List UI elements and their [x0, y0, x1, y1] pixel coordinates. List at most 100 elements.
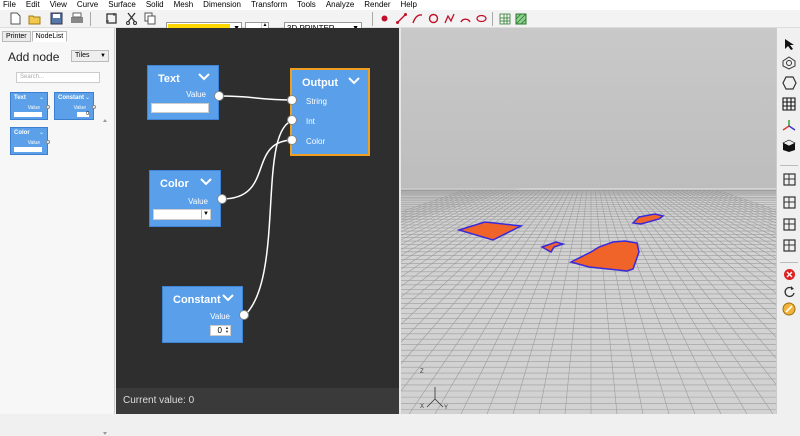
sphere-view-icon[interactable] — [781, 55, 797, 71]
chevron-down-icon: ⌄ — [38, 130, 44, 136]
color-input-port[interactable] — [287, 135, 297, 145]
menu-render[interactable]: Render — [364, 0, 390, 10]
polyline-icon[interactable] — [442, 11, 456, 26]
chevron-down-icon[interactable] — [221, 291, 235, 305]
spinner-icon[interactable]: ▲ ▼ — [224, 326, 230, 335]
hexagon-icon[interactable] — [781, 75, 797, 91]
copy-icon[interactable] — [143, 11, 157, 26]
open-icon[interactable] — [27, 11, 43, 26]
menu-surface[interactable]: Surface — [108, 0, 136, 10]
new-icon[interactable] — [8, 11, 22, 26]
tile-color-field — [14, 147, 42, 152]
tile-text-node[interactable]: Text ⌄ Value — [10, 92, 50, 120]
node-search-input[interactable]: Search... — [16, 72, 100, 83]
menu-help[interactable]: Help — [401, 0, 417, 10]
link-icon[interactable] — [781, 301, 797, 317]
menu-tools[interactable]: Tools — [297, 0, 316, 10]
mesh-icon[interactable] — [514, 11, 528, 26]
axis-label-y: Y — [444, 405, 448, 411]
select-arrow-icon[interactable] — [781, 36, 797, 52]
grid-view-icon[interactable] — [781, 96, 797, 112]
tile-port — [92, 105, 96, 109]
chevron-down-icon: ⌄ — [84, 95, 90, 101]
tile-value-label: Value — [73, 105, 86, 111]
menu-curve[interactable]: Curve — [77, 0, 98, 10]
menu-view[interactable]: View — [50, 0, 67, 10]
axes-icon[interactable] — [781, 118, 797, 134]
node-editor-canvas[interactable]: Text Value Color Value ▼ Constant Value … — [116, 28, 400, 414]
main-toolbar: ▼ ▲▼ 3D PRINTER▼ — [0, 10, 800, 35]
close-red-icon[interactable] — [781, 266, 797, 282]
output-label: Value — [188, 197, 208, 206]
tile-constant-field: 0 — [77, 112, 89, 117]
print-icon[interactable] — [69, 11, 85, 26]
input-label-string: String — [306, 97, 327, 106]
frame-icon[interactable] — [103, 11, 119, 26]
chevron-down-icon[interactable] — [199, 175, 213, 189]
color-value-dropdown[interactable]: ▼ — [153, 209, 211, 220]
layout-icon[interactable] — [781, 171, 797, 187]
layout-icon[interactable] — [781, 237, 797, 253]
tile-port — [46, 105, 50, 109]
circle-icon[interactable] — [426, 11, 440, 26]
tile-title: Constant — [58, 95, 84, 101]
view-mode-dropdown[interactable]: Tiles ▼ — [71, 50, 109, 62]
tab-nodelist[interactable]: NodeList — [31, 31, 68, 42]
text-output-port[interactable] — [214, 91, 224, 101]
cube-view-icon[interactable] — [781, 138, 797, 154]
current-value-status: Current value: 0 — [116, 388, 400, 414]
menu-analyze[interactable]: Analyze — [326, 0, 354, 10]
tile-value-label: Value — [27, 140, 40, 146]
tile-title: Color — [14, 130, 30, 136]
tab-printer[interactable]: Printer — [2, 31, 31, 42]
output-label: Value — [210, 312, 230, 321]
menu-edit[interactable]: Edit — [26, 0, 40, 10]
tile-constant-node[interactable]: Constant ⌄ Value 0 — [54, 92, 96, 120]
view-toolbar — [776, 28, 800, 414]
cut-icon[interactable] — [124, 11, 138, 26]
menu-transform[interactable]: Transform — [251, 0, 287, 10]
chevron-down-icon[interactable] — [197, 70, 211, 84]
constant-output-port[interactable] — [239, 310, 249, 320]
layout-icon[interactable] — [781, 194, 797, 210]
output-node[interactable]: Output String Int Color — [290, 68, 370, 156]
layout-icon[interactable] — [781, 216, 797, 232]
tile-title: Text — [14, 95, 26, 101]
chevron-down-icon[interactable] — [347, 74, 361, 88]
node-title: Text — [158, 73, 180, 85]
axis-label-z: Z — [420, 369, 424, 375]
rotate-icon[interactable] — [781, 283, 797, 299]
tile-port — [46, 140, 50, 144]
tile-text-field — [14, 112, 42, 117]
menu-bar: File Edit View Curve Surface Solid Mesh Dimensi… — [0, 0, 800, 10]
constant-node[interactable]: Constant Value 0 ▲ ▼ — [162, 286, 243, 343]
menu-solid[interactable]: Solid — [146, 0, 164, 10]
3d-viewport[interactable]: Z X Y — [401, 28, 776, 414]
save-icon[interactable] — [48, 11, 64, 26]
text-value-input[interactable] — [151, 103, 209, 113]
grid-icon[interactable] — [498, 11, 512, 26]
curve-icon[interactable] — [410, 11, 424, 26]
chevron-down-icon: ▼ — [100, 53, 106, 59]
input-label-int: Int — [306, 117, 315, 126]
output-label: Value — [186, 90, 206, 99]
color-output-port[interactable] — [217, 194, 227, 204]
menu-mesh[interactable]: Mesh — [174, 0, 194, 10]
menu-file[interactable]: File — [3, 0, 16, 10]
chevron-down-icon: ▼ — [201, 210, 210, 219]
panel-scrollbar[interactable] — [102, 118, 108, 436]
point-icon[interactable] — [378, 11, 390, 26]
text-node[interactable]: Text Value — [147, 65, 219, 120]
input-label-color: Color — [306, 137, 326, 146]
node-title: Color — [160, 178, 189, 190]
color-node[interactable]: Color Value ▼ — [149, 170, 221, 227]
ellipse-icon[interactable] — [474, 11, 488, 26]
tile-color-node[interactable]: Color ⌄ Value — [10, 127, 50, 155]
string-input-port[interactable] — [287, 95, 297, 105]
panel-heading: Add node — [8, 50, 60, 64]
menu-dimension[interactable]: Dimension — [203, 0, 241, 10]
line-icon[interactable] — [394, 11, 408, 26]
int-input-port[interactable] — [287, 115, 297, 125]
view-mode-label: Tiles — [75, 52, 90, 59]
arc-icon[interactable] — [458, 11, 472, 26]
